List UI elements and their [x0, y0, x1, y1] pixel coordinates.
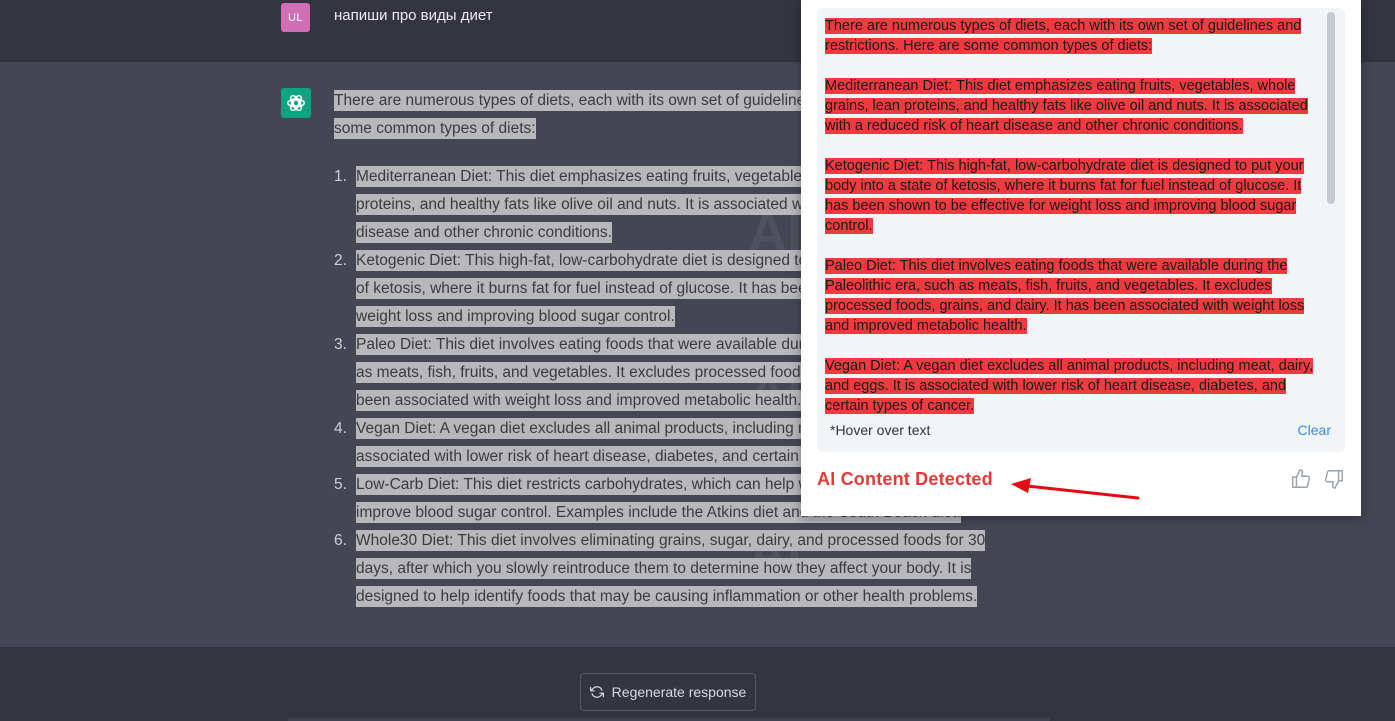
detector-scroll-area[interactable]: There are numerous types of diets, each … [825, 16, 1325, 416]
detected-paragraph[interactable]: Mediterranean Diet: This diet emphasizes… [825, 76, 1325, 136]
detected-paragraph[interactable]: Ketogenic Diet: This high-fat, low-carbo… [825, 156, 1325, 236]
list-number: 6. [334, 532, 347, 549]
scrollbar[interactable] [1327, 12, 1335, 204]
regenerate-label: Regenerate response [611, 684, 747, 700]
detector-text-box: There are numerous types of diets, each … [817, 8, 1345, 452]
feedback-buttons [1290, 468, 1345, 490]
list-text: Whole30 Diet: This diet involves elimina… [356, 530, 986, 607]
detected-paragraph[interactable]: Vegan Diet: A vegan diet excludes all an… [825, 356, 1325, 416]
list-item: 6. Whole30 Diet: This diet involves elimi… [334, 527, 994, 611]
list-number: 5. [334, 476, 347, 493]
thumbs-up-icon[interactable] [1290, 468, 1312, 490]
ai-detected-status: AI Content Detected [817, 469, 993, 489]
list-number: 4. [334, 420, 347, 437]
annotation-arrow [1011, 478, 1140, 500]
list-number: 2. [334, 252, 347, 269]
hover-hint: *Hover over text [830, 422, 931, 438]
list-number: 3. [334, 336, 347, 353]
list-number: 1. [334, 168, 347, 185]
regenerate-button[interactable]: Regenerate response [580, 673, 756, 711]
ai-detector-panel: There are numerous types of diets, each … [801, 0, 1361, 516]
detected-paragraph[interactable]: There are numerous types of diets, each … [825, 16, 1325, 56]
thumbs-down-icon[interactable] [1323, 468, 1345, 490]
detected-paragraph[interactable]: Paleo Diet: This diet involves eating fo… [825, 256, 1325, 336]
composer-area: Regenerate response [0, 647, 1395, 721]
avatar: UL [281, 3, 310, 32]
user-message-text: напиши про виды диет [334, 7, 493, 24]
chatgpt-logo-icon [281, 88, 311, 118]
refresh-icon [589, 686, 604, 698]
clear-button[interactable]: Clear [1298, 422, 1331, 438]
